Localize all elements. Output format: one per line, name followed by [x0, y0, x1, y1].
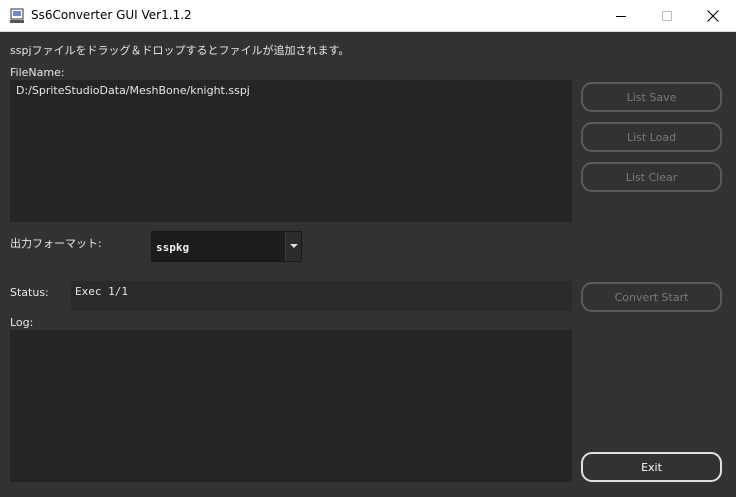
list-save-button[interactable]: List Save [581, 82, 722, 112]
convert-start-button[interactable]: Convert Start [581, 282, 722, 312]
window-title: Ss6Converter GUI Ver1.1.2 [31, 8, 192, 22]
minimize-icon [616, 15, 626, 17]
status-value: Exec 1/1 [75, 285, 128, 298]
exit-button[interactable]: Exit [581, 452, 722, 482]
chevron-down-icon [289, 244, 298, 248]
maximize-button[interactable] [644, 0, 690, 31]
status-field: Exec 1/1 [71, 281, 572, 311]
format-label: 出力フォーマット: [10, 237, 102, 250]
file-list[interactable]: D:/SpriteStudioData/MeshBone/knight.sspj [10, 80, 572, 222]
list-clear-button[interactable]: List Clear [581, 162, 722, 192]
format-selected-value: sspkg [156, 241, 190, 254]
close-button[interactable] [690, 0, 736, 31]
status-label: Status: [10, 286, 49, 299]
list-item[interactable]: D:/SpriteStudioData/MeshBone/knight.sspj [16, 84, 250, 97]
list-load-button[interactable]: List Load [581, 122, 722, 152]
app-icon [10, 8, 24, 23]
log-area[interactable] [10, 330, 572, 482]
dropdown-arrow[interactable] [285, 232, 301, 261]
log-label: Log: [10, 316, 34, 329]
minimize-button[interactable] [598, 0, 644, 31]
close-icon [707, 9, 719, 22]
drop-hint: sspjファイルをドラッグ＆ドロップするとファイルが追加されます。 [10, 44, 350, 57]
title-bar: Ss6Converter GUI Ver1.1.2 [0, 0, 736, 32]
format-select[interactable]: sspkg [151, 231, 302, 262]
filename-label: FileName: [10, 66, 65, 79]
maximize-icon [662, 10, 672, 21]
